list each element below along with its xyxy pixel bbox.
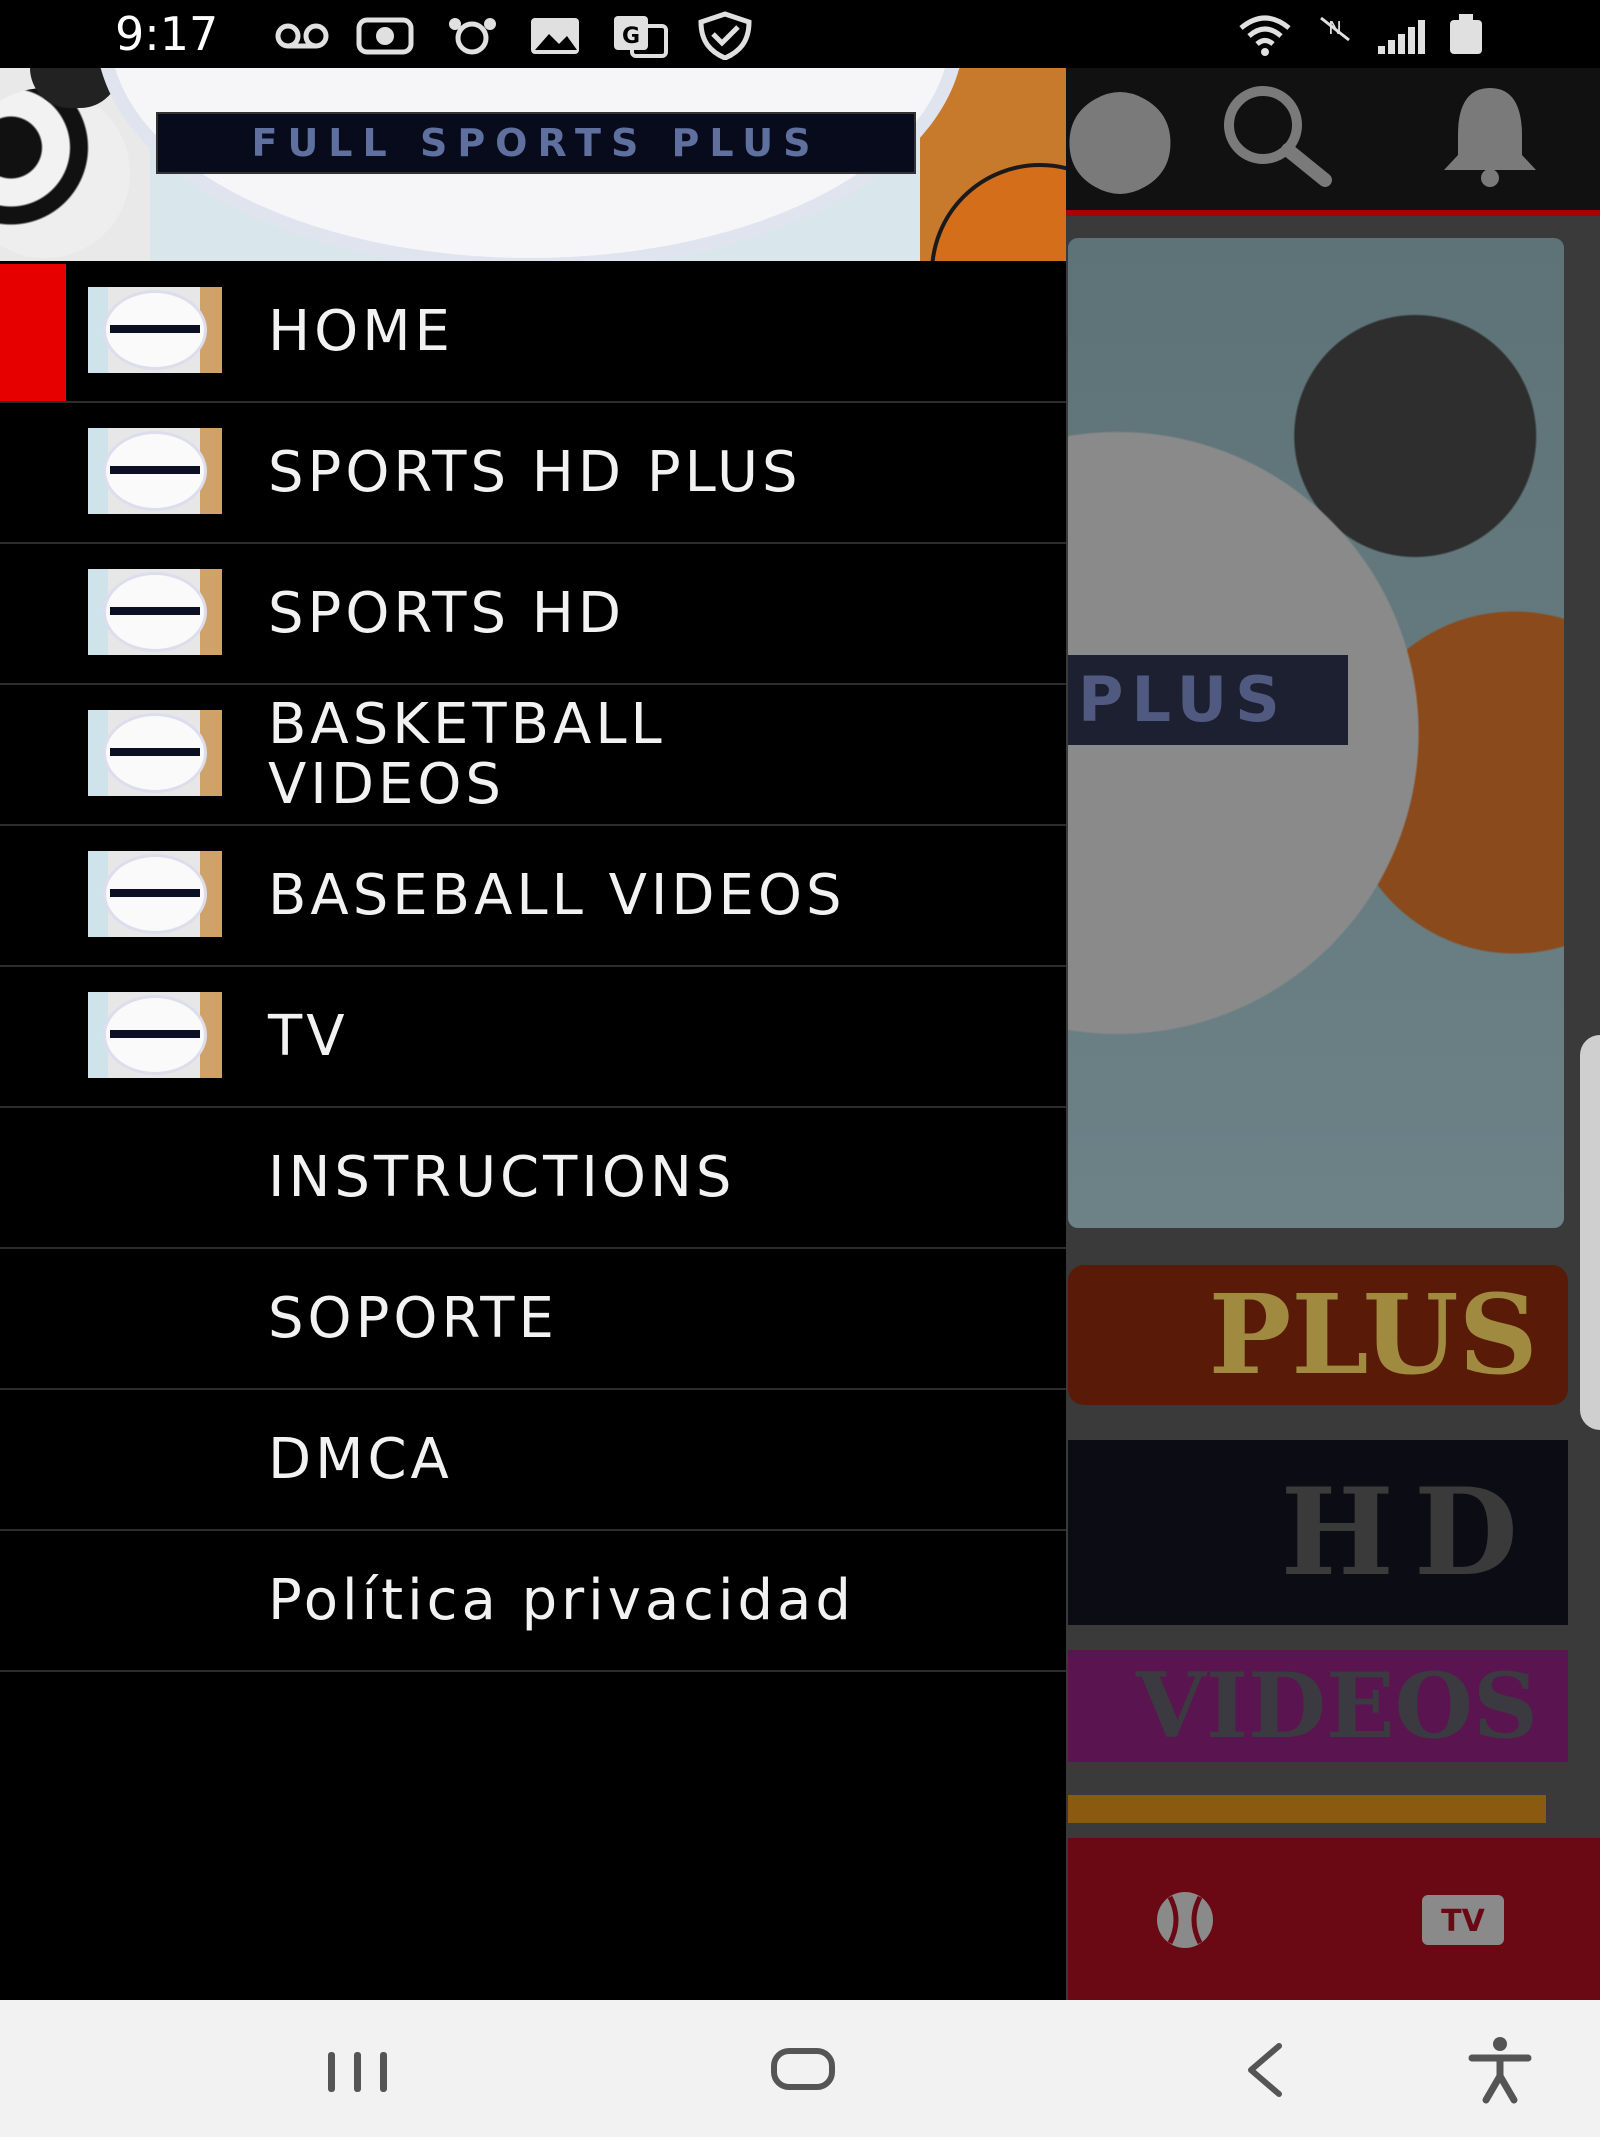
accessibility-button[interactable] — [1460, 2030, 1540, 2110]
soccer-ball-image — [0, 88, 130, 258]
scrollbar-handle[interactable] — [1580, 1035, 1600, 1430]
share-icon: ⬤ — [1064, 76, 1176, 193]
shield-check-icon — [695, 10, 755, 61]
tv-icon[interactable]: TV — [1408, 1885, 1518, 1955]
menu-item-tv[interactable]: TV — [0, 967, 1066, 1108]
battery-icon — [1450, 14, 1482, 54]
menu-item-label: DMCA — [268, 1426, 453, 1492]
app-logo-icon — [88, 851, 222, 937]
image-icon — [527, 10, 583, 60]
hero-logo-text: PLUS — [1068, 655, 1348, 745]
drawer-menu: HOME SPORTS HD PLUS SPORTS HD BASKETBALL… — [0, 262, 1066, 1672]
drawer-logo-text: FULL SPORTS PLUS — [156, 112, 916, 174]
translate-icon: G — [610, 10, 670, 60]
drawer-header: FULL SPORTS PLUS — [0, 68, 1066, 261]
status-bar: 9:17 G N — [0, 0, 1600, 68]
videos-card[interactable]: VIDEOS — [1068, 1650, 1568, 1762]
voicemail-icon — [272, 10, 332, 60]
app-logo-icon — [88, 428, 222, 514]
camera-lens-icon — [355, 10, 415, 60]
menu-item-label: HOME — [268, 298, 454, 364]
baseball-icon[interactable] — [1130, 1885, 1240, 1955]
search-icon — [1215, 80, 1335, 190]
recents-button[interactable] — [318, 2030, 398, 2110]
hd-card[interactable]: HD — [1068, 1440, 1568, 1625]
menu-item-instructions[interactable]: INSTRUCTIONS — [0, 1108, 1066, 1249]
menu-item-label: BASKETBALL VIDEOS — [268, 691, 666, 817]
signal-icon — [1378, 18, 1428, 54]
home-button[interactable] — [768, 2030, 844, 2110]
navigation-drawer: FULL SPORTS PLUS HOME SPORTS HD PLUS SPO… — [0, 68, 1066, 2000]
menu-item-baseball-videos[interactable]: BASEBALL VIDEOS — [0, 826, 1066, 967]
status-time: 9:17 — [115, 7, 219, 61]
menu-item-privacy-policy[interactable]: Política privacidad — [0, 1531, 1066, 1672]
basketball-image — [930, 163, 1066, 261]
accent-strip — [1068, 1795, 1546, 1823]
bell-icon — [1430, 80, 1550, 190]
menu-item-label: INSTRUCTIONS — [268, 1144, 736, 1210]
menu-item-label: SPORTS HD PLUS — [268, 439, 802, 505]
app-logo-icon — [88, 287, 222, 373]
back-button[interactable] — [1225, 2030, 1305, 2110]
menu-item-label: Política privacidad — [268, 1567, 855, 1633]
menu-item-home[interactable]: HOME — [0, 262, 1066, 403]
menu-item-label: BASEBALL VIDEOS — [268, 862, 846, 928]
app-logo-icon — [88, 710, 222, 796]
menu-item-label: SOPORTE — [268, 1285, 558, 1351]
menu-item-sports-hd-plus[interactable]: SPORTS HD PLUS — [0, 403, 1066, 544]
system-navigation-bar — [0, 2000, 1600, 2137]
menu-item-label: TV — [268, 1003, 349, 1069]
menu-item-sports-hd[interactable]: SPORTS HD — [0, 544, 1066, 685]
menu-item-soporte[interactable]: SOPORTE — [0, 1249, 1066, 1390]
tv-icon-label: TV — [1441, 1904, 1485, 1939]
plus-card[interactable]: PLUS — [1068, 1265, 1568, 1405]
no-data-icon: N — [1315, 10, 1355, 60]
wifi-icon — [1235, 10, 1295, 60]
menu-item-basketball-videos[interactable]: BASKETBALL VIDEOS — [0, 685, 1066, 826]
app-logo-icon — [88, 569, 222, 655]
menu-item-label: SPORTS HD — [268, 580, 626, 646]
menu-item-dmca[interactable]: DMCA — [0, 1390, 1066, 1531]
dog-face-icon — [445, 10, 500, 60]
svg-text:G: G — [622, 24, 640, 49]
app-logo-icon — [88, 992, 222, 1078]
